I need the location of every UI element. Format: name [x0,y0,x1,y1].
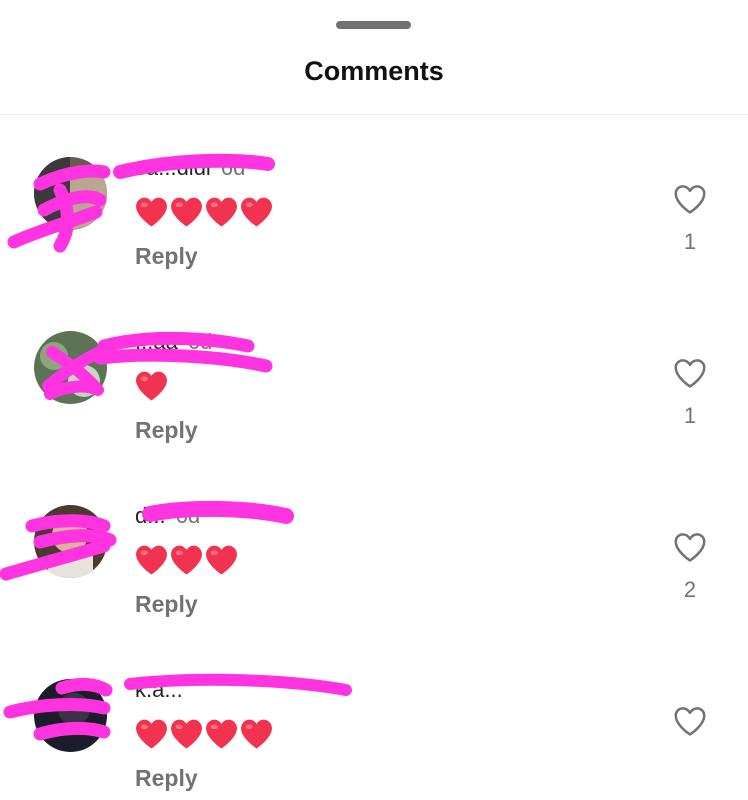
heart-emoji [136,545,167,575]
heart-emoji [241,719,272,749]
comment-header: d... 6d [135,503,200,529]
like-count: 1 [683,403,697,428]
comment-text [135,544,238,576]
username[interactable]: k.a... [135,677,183,702]
heart-outline-icon [674,533,706,562]
avatar[interactable] [34,157,107,230]
avatar[interactable] [34,505,107,578]
comment-header: k.a... [135,677,193,703]
comment-item: ...aa 6d Reply 1 [0,324,748,464]
comment-header: sa...dldi 6d [135,155,245,181]
drag-handle[interactable] [336,21,411,29]
like-button[interactable] [671,180,709,218]
timestamp: 6d [175,503,201,528]
heart-emoji [171,719,202,749]
reply-button[interactable]: Reply [135,243,198,270]
heart-emoji [171,545,202,575]
like-button[interactable] [671,528,709,566]
avatar[interactable] [34,679,107,752]
header-divider [0,114,748,115]
like-button[interactable] [671,354,709,392]
timestamp: 6d [187,329,213,354]
username[interactable]: d... [135,503,166,528]
comment-text [135,718,273,750]
heart-emoji [206,545,237,575]
reply-button[interactable]: Reply [135,417,198,444]
heart-emoji [206,197,237,227]
heart-outline-icon [674,185,706,214]
comments-sheet: Comments sa...dldi 6d Reply 1 ...aa 6d R… [0,0,748,800]
comment-item: d... 6d Reply 2 [0,498,748,638]
comment-header: ...aa 6d [135,329,212,355]
heart-emoji [171,197,202,227]
comment-text [135,370,168,402]
comment-item: k.a... Reply [0,672,748,800]
heart-outline-icon [674,707,706,736]
heart-emoji [136,719,167,749]
heart-emoji [136,197,167,227]
heart-emoji [241,197,272,227]
heart-emoji [206,719,237,749]
like-count: 1 [683,229,697,254]
like-button[interactable] [671,702,709,740]
username[interactable]: ...aa [135,329,178,354]
avatar[interactable] [34,331,107,404]
comment-text [135,196,273,228]
heart-outline-icon [674,359,706,388]
like-count: 2 [683,577,697,602]
comment-item: sa...dldi 6d Reply 1 [0,150,748,290]
reply-button[interactable]: Reply [135,765,198,792]
username[interactable]: sa...dldi [135,155,211,180]
timestamp: 6d [220,155,246,180]
reply-button[interactable]: Reply [135,591,198,618]
heart-emoji [136,371,167,401]
sheet-title: Comments [304,56,444,86]
